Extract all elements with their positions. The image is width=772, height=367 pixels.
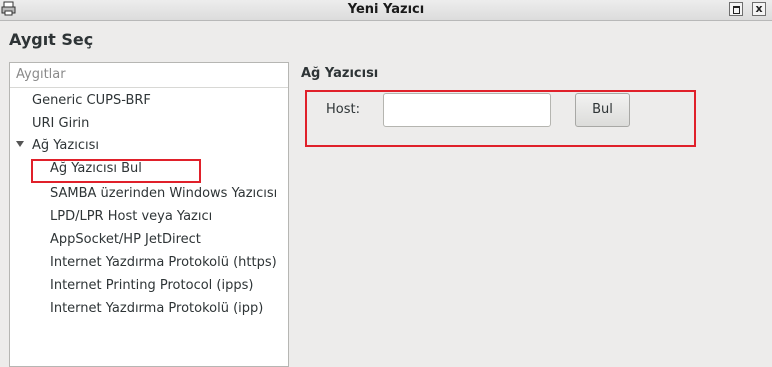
- tree-item-appsocket-jetdirect[interactable]: AppSocket/HP JetDirect: [50, 232, 201, 247]
- tree-item-ipp-https[interactable]: Internet Yazdırma Protokolü (https): [50, 255, 277, 270]
- tree-item-ipps[interactable]: Internet Printing Protocol (ipps): [50, 278, 253, 293]
- devices-header-label: Aygıtlar: [16, 67, 66, 82]
- tree-item-generic-cups-brf[interactable]: Generic CUPS-BRF: [32, 93, 151, 108]
- selected-item-highlight-box: [31, 159, 201, 183]
- tree-item-network-printer[interactable]: Ağ Yazıcısı: [32, 138, 99, 153]
- maximize-button[interactable]: [729, 2, 743, 16]
- page-title: Aygıt Seç: [9, 30, 94, 49]
- expander-arrow-icon[interactable]: [16, 141, 24, 147]
- devices-column-header[interactable]: Aygıtlar: [10, 63, 288, 88]
- devices-tree[interactable]: Aygıtlar Generic CUPS-BRF URI Girin Ağ Y…: [9, 62, 289, 367]
- close-button[interactable]: x: [752, 2, 766, 16]
- tree-item-lpd-lpr[interactable]: LPD/LPR Host veya Yazıcı: [50, 209, 212, 224]
- host-row-highlight-box: [305, 90, 696, 147]
- section-title: Ağ Yazıcısı: [301, 66, 379, 81]
- tree-item-ipp[interactable]: Internet Yazdırma Protokolü (ipp): [50, 301, 263, 316]
- title-bar: Yeni Yazıcı x: [0, 0, 772, 21]
- tree-item-samba-windows-printer[interactable]: SAMBA üzerinden Windows Yazıcısı: [50, 186, 277, 201]
- window-title: Yeni Yazıcı: [347, 2, 425, 17]
- tree-item-enter-uri[interactable]: URI Girin: [32, 116, 89, 131]
